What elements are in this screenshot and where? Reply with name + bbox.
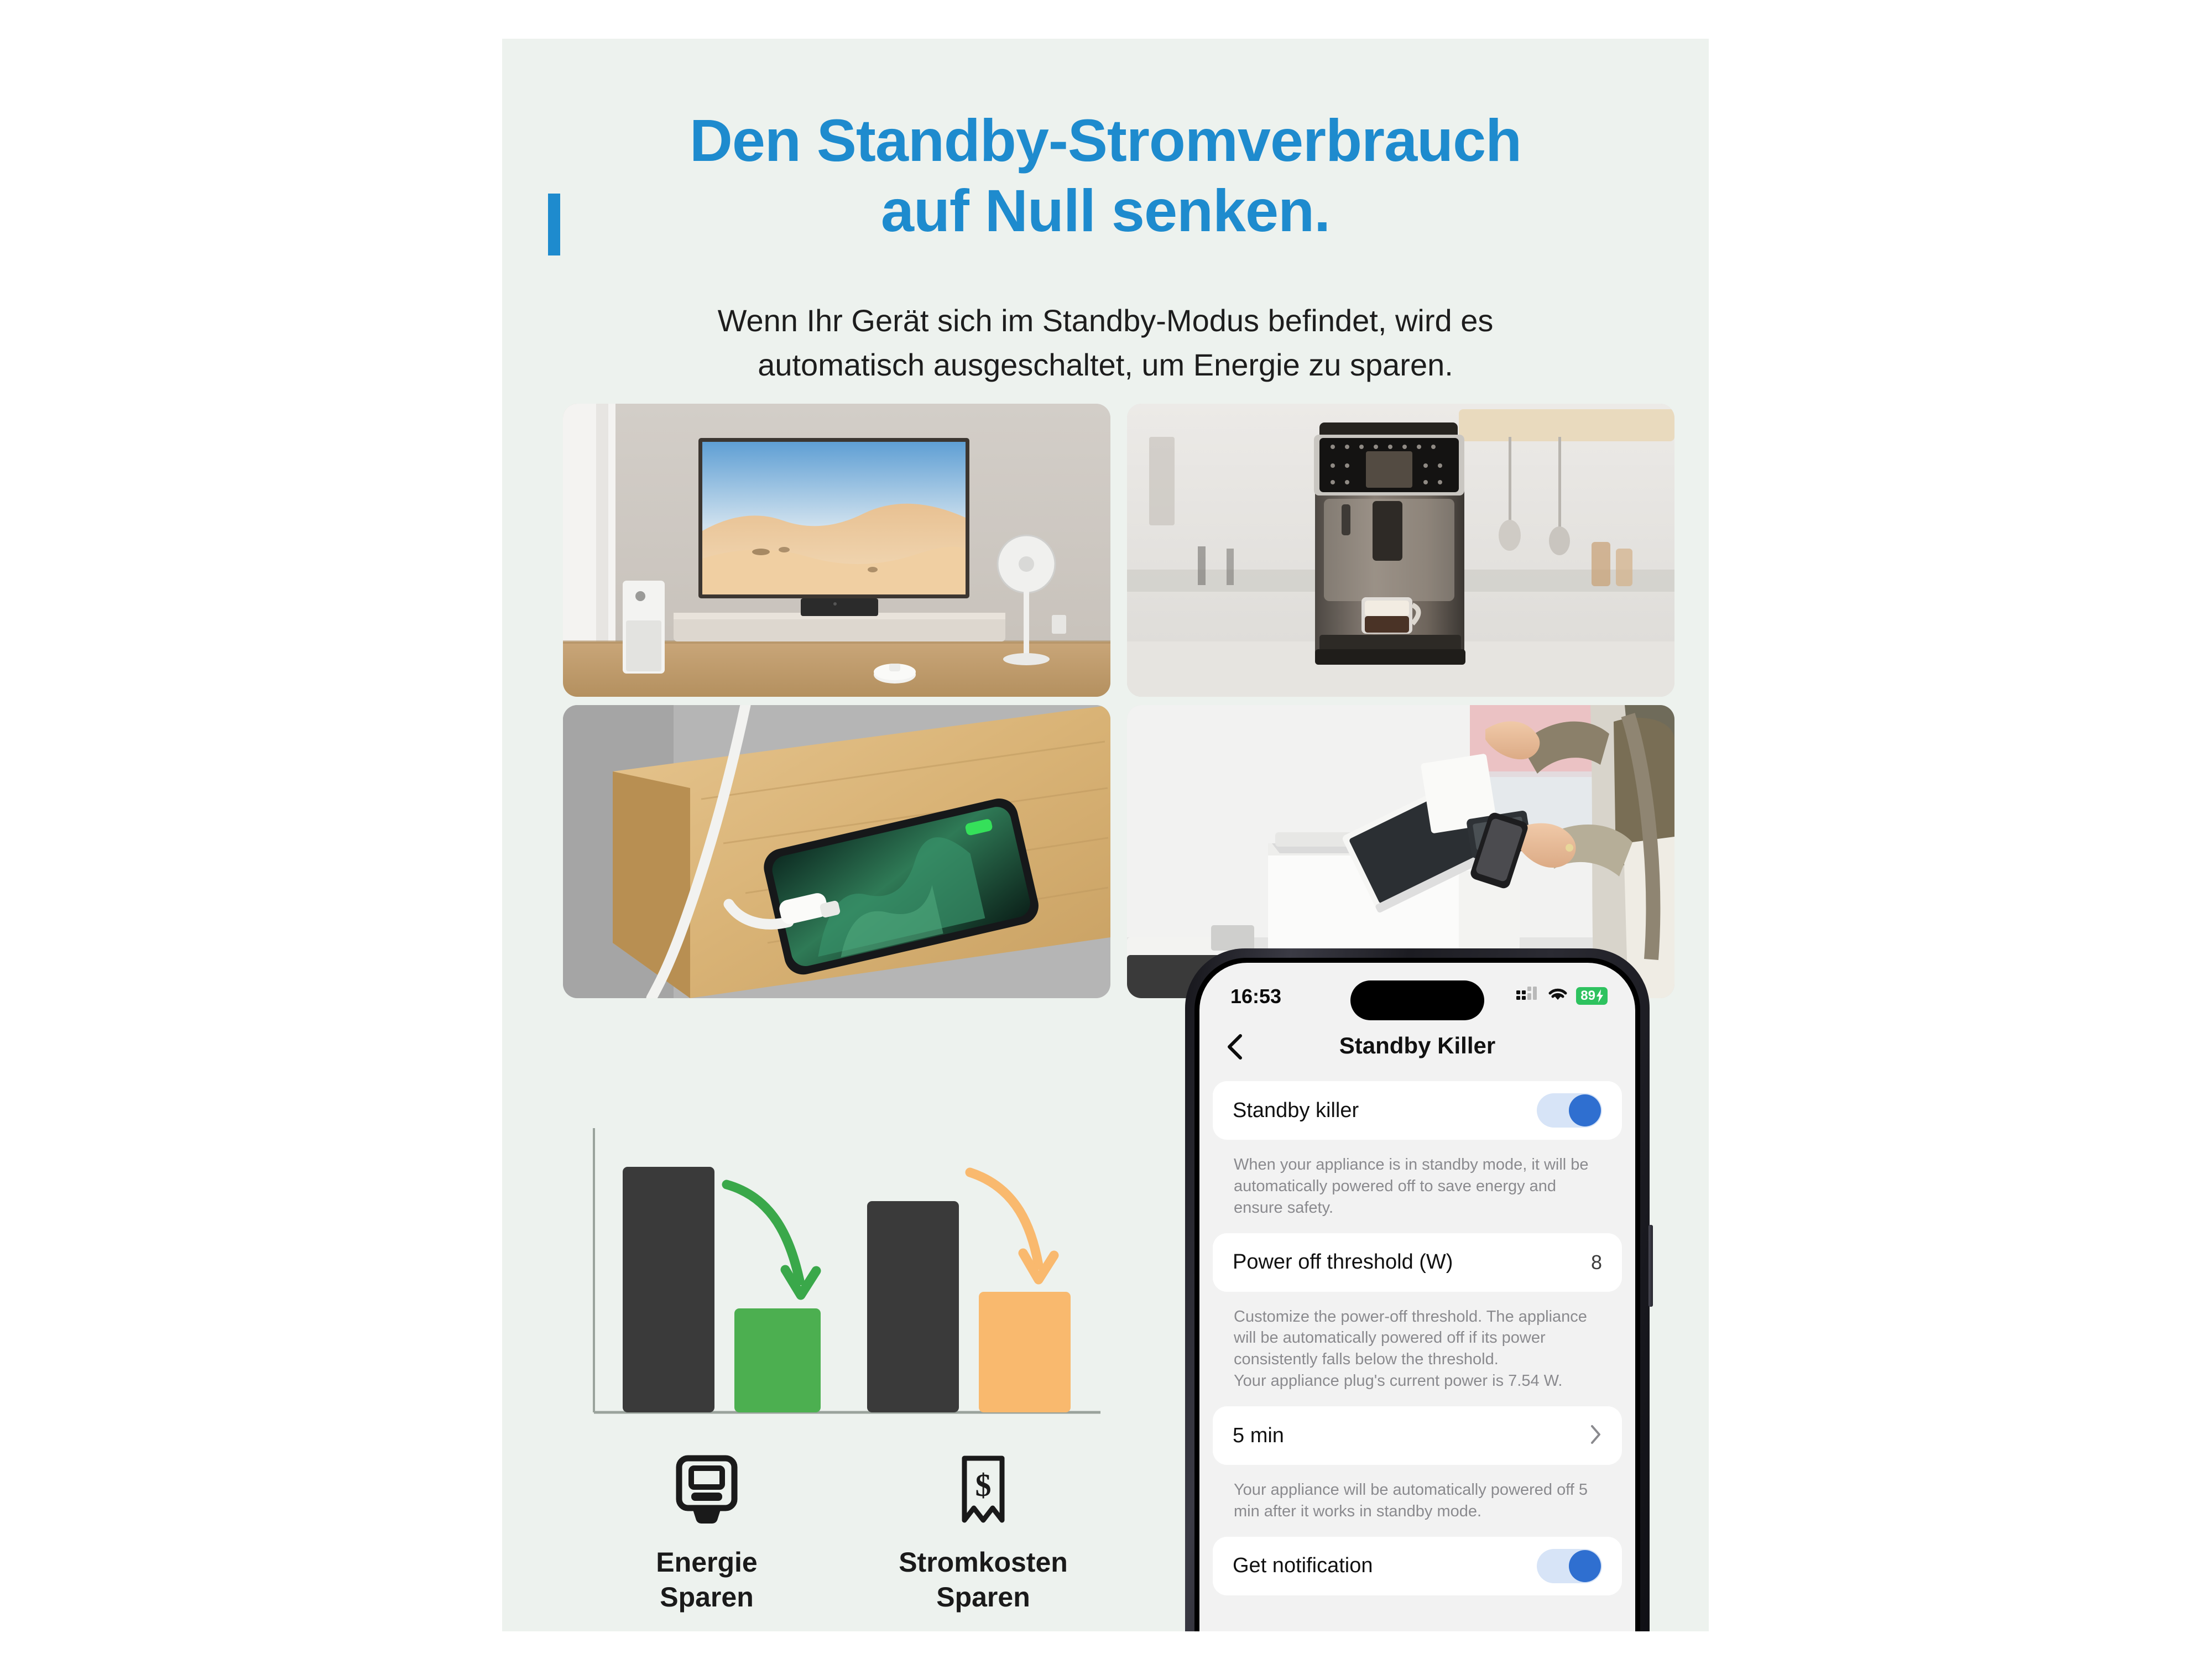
nav-bar: Standby Killer bbox=[1199, 1025, 1635, 1071]
settings-list: Standby killer When your appliance is in… bbox=[1199, 1081, 1635, 1595]
toggle-standby-killer[interactable] bbox=[1537, 1093, 1602, 1128]
row-power-off-threshold-value: 8 bbox=[1590, 1250, 1602, 1274]
savings-bar-chart bbox=[593, 1128, 1100, 1414]
subtitle-line-2: automatisch ausgeschaltet, um Energie zu… bbox=[758, 347, 1453, 382]
hint-standby-killer: When your appliance is in standby mode, … bbox=[1234, 1156, 1589, 1217]
page-title: Den Standby-Stromverbrauch auf Null senk… bbox=[689, 105, 1522, 246]
benefit-energy: Energie Sparen bbox=[591, 1454, 823, 1614]
headline-line-2: auf Null senken. bbox=[880, 177, 1331, 244]
row-power-off-threshold[interactable]: Power off threshold (W) 8 bbox=[1213, 1233, 1622, 1292]
accent-bar bbox=[548, 194, 560, 255]
benefits-row: Energie Sparen $ Stromkosten Sparen bbox=[568, 1454, 1121, 1614]
bar-cost-before bbox=[867, 1201, 959, 1412]
promo-panel: Den Standby-Stromverbrauch auf Null senk… bbox=[502, 39, 1709, 1631]
row-get-notification-label: Get notification bbox=[1233, 1554, 1373, 1578]
phone-bezel: 16:53 89 Standby Killer Standby killer W… bbox=[1194, 958, 1640, 1631]
svg-text:$: $ bbox=[975, 1467, 992, 1503]
chevron-right-icon bbox=[1589, 1425, 1602, 1447]
row-standby-duration[interactable]: 5 min bbox=[1213, 1406, 1622, 1465]
power-plug-icon bbox=[591, 1454, 823, 1526]
charging-bolt-icon bbox=[1597, 989, 1603, 1003]
nav-title: Standby Killer bbox=[1339, 1032, 1496, 1058]
wifi-icon bbox=[1547, 987, 1568, 1005]
row-standby-killer-label: Standby killer bbox=[1233, 1098, 1359, 1122]
battery-indicator: 89 bbox=[1576, 987, 1608, 1005]
bar-energy-after bbox=[734, 1308, 821, 1412]
status-icons: 89 bbox=[1516, 986, 1608, 1005]
row-power-off-threshold-label: Power off threshold (W) bbox=[1233, 1250, 1453, 1274]
status-bar: 16:53 89 bbox=[1199, 980, 1635, 1020]
phone-screen: 16:53 89 Standby Killer Standby killer W… bbox=[1199, 963, 1635, 1631]
benefit-energy-label: Energie Sparen bbox=[656, 1547, 758, 1613]
subtitle-line-1: Wenn Ihr Gerät sich im Standby-Modus bef… bbox=[717, 303, 1494, 338]
battery-level: 89 bbox=[1580, 988, 1595, 1003]
photo-coffee-machine bbox=[1127, 404, 1674, 697]
dynamic-island bbox=[1350, 980, 1484, 1020]
bar-cost-after bbox=[979, 1292, 1071, 1412]
phone-mockup: 16:53 89 Standby Killer Standby killer W… bbox=[1185, 948, 1653, 1631]
arrow-energy bbox=[722, 1180, 805, 1286]
price-tag-icon: $ bbox=[867, 1454, 1099, 1526]
row-standby-killer[interactable]: Standby killer bbox=[1213, 1081, 1622, 1140]
savings-chart-block: Energie Sparen $ Stromkosten Sparen bbox=[568, 1123, 1121, 1620]
arrow-cost bbox=[965, 1167, 1044, 1270]
headline-line-1: Den Standby-Stromverbrauch bbox=[689, 107, 1522, 174]
headline-block: Den Standby-Stromverbrauch auf Null senk… bbox=[502, 105, 1709, 255]
benefit-cost: $ Stromkosten Sparen bbox=[867, 1454, 1099, 1614]
row-get-notification[interactable]: Get notification bbox=[1213, 1536, 1622, 1595]
hint-standby-duration: Your appliance will be automatically pow… bbox=[1234, 1481, 1588, 1520]
subtitle: Wenn Ihr Gerät sich im Standby-Modus bef… bbox=[608, 299, 1603, 387]
cellular-bars-icon bbox=[1516, 986, 1540, 1005]
phone-side-button[interactable] bbox=[1648, 1225, 1653, 1307]
photo-phone-charging bbox=[563, 705, 1110, 998]
bar-energy-before bbox=[623, 1167, 714, 1412]
toggle-get-notification[interactable] bbox=[1537, 1548, 1602, 1583]
hint-power-off-threshold: Customize the power-off threshold. The a… bbox=[1234, 1307, 1587, 1390]
status-time: 16:53 bbox=[1230, 985, 1282, 1008]
phone-frame: 16:53 89 Standby Killer Standby killer W… bbox=[1185, 948, 1653, 1631]
photo-living-room-tv bbox=[563, 404, 1110, 697]
row-standby-duration-label: 5 min bbox=[1233, 1423, 1284, 1447]
benefit-cost-label: Stromkosten Sparen bbox=[899, 1547, 1068, 1613]
